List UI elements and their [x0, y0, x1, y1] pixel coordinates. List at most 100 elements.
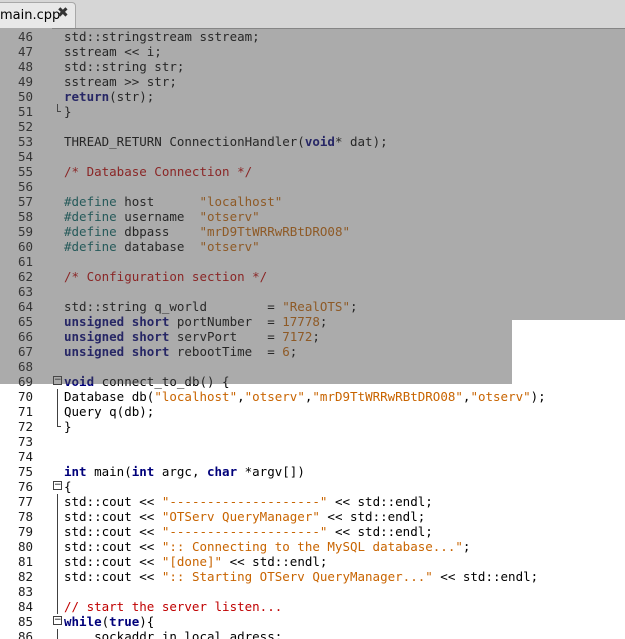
code-line[interactable]: 86 sockaddr_in local_adress; [0, 629, 625, 639]
code-token: ; [462, 539, 471, 554]
code-line[interactable]: 62 /* Configuration section */ [0, 269, 625, 284]
code-line[interactable]: 70 Database db("localhost","otserv","mrD9… [0, 389, 625, 404]
code-line[interactable]: 48 std::string str; [0, 59, 625, 74]
code-text: std::cout << "--------------------" << s… [64, 524, 433, 539]
code-line[interactable]: 80 std::cout << ":: Connecting to the MyS… [0, 539, 625, 554]
code-line[interactable]: 54 [0, 149, 625, 164]
line-number: 60 [17, 239, 33, 254]
line-number: 77 [17, 494, 33, 509]
code-line[interactable]: 73 [0, 434, 625, 449]
line-number: 80 [17, 539, 33, 554]
line-number: 48 [17, 59, 33, 74]
tab-bar: main.cpp ✖ [0, 0, 625, 29]
code-token: ":: Connecting to the MySQL database..." [161, 539, 463, 554]
code-line[interactable]: 55 /* Database Connection */ [0, 164, 625, 179]
code-line[interactable]: 83 [0, 584, 625, 599]
code-token: "--------------------" [161, 494, 328, 509]
code-token: #define [64, 194, 117, 209]
code-line[interactable]: 84 // start the server listen... [0, 599, 625, 614]
code-text: std::cout << "OTServ QueryManager" << st… [64, 509, 425, 524]
code-line[interactable]: 81 std::cout << "[done]" << std::endl; [0, 554, 625, 569]
line-number: 74 [17, 449, 33, 464]
code-token: unsigned short [64, 314, 170, 329]
code-line[interactable]: 51} [0, 104, 625, 119]
fold-guide [57, 509, 58, 524]
line-number: 49 [17, 74, 33, 89]
fold-guide [57, 524, 58, 539]
code-text: sstream << i; [64, 44, 162, 59]
code-line[interactable]: 79 std::cout << "--------------------" <<… [0, 524, 625, 539]
code-line[interactable]: 65 unsigned short portNumber = 17778; [0, 314, 625, 329]
code-token: ){ [139, 614, 155, 629]
code-line[interactable]: 56 [0, 179, 625, 194]
code-line[interactable]: 59 #define dbpass "mrD9TtWRRwRBtDRO08" [0, 224, 625, 239]
code-line[interactable]: 49 sstream >> str; [0, 74, 625, 89]
code-line[interactable]: 57 #define host "localhost" [0, 194, 625, 209]
code-token: "otserv" [470, 389, 531, 404]
fold-guide [57, 569, 58, 584]
code-line[interactable]: 50 return(str); [0, 89, 625, 104]
code-line[interactable]: 58 #define username "otserv" [0, 209, 625, 224]
line-number: 72 [17, 419, 33, 434]
code-line[interactable]: 77 std::cout << "--------------------" <<… [0, 494, 625, 509]
code-token: { [64, 479, 72, 494]
code-text: { [64, 479, 72, 494]
code-line[interactable]: 75 int main(int argc, char *argv[]) [0, 464, 625, 479]
fold-toggle-icon[interactable]: − [53, 616, 62, 625]
code-line[interactable]: 64 std::string q_world = "RealOTS"; [0, 299, 625, 314]
code-text: // start the server listen... [64, 599, 282, 614]
code-token: << std::endl; [222, 554, 328, 569]
code-token: 17778 [282, 314, 320, 329]
code-line[interactable]: 74 [0, 449, 625, 464]
code-text: int main(int argc, char *argv[]) [64, 464, 305, 479]
code-line[interactable]: 66 unsigned short servPort = 7172; [0, 329, 625, 344]
code-line[interactable]: 61 [0, 254, 625, 269]
line-number: 61 [17, 254, 33, 269]
code-token: dbpass [116, 224, 200, 239]
code-line[interactable]: 52 [0, 119, 625, 134]
code-text: std::cout << "[done]" << std::endl; [64, 554, 327, 569]
line-number: 47 [17, 44, 33, 59]
line-number: 67 [17, 344, 33, 359]
code-token: std::cout << [64, 509, 162, 524]
fold-toggle-icon[interactable]: − [53, 376, 62, 385]
line-number: 81 [17, 554, 33, 569]
code-line[interactable]: 63 [0, 284, 625, 299]
code-token: main( [86, 464, 132, 479]
code-token: while [64, 614, 102, 629]
code-token: THREAD_RETURN ConnectionHandler( [64, 134, 305, 149]
fold-guide [57, 584, 58, 599]
fold-toggle-icon[interactable]: − [53, 481, 62, 490]
code-line[interactable]: 82 std::cout << ":: Starting OTServ Query… [0, 569, 625, 584]
line-number: 53 [17, 134, 33, 149]
code-line[interactable]: 72} [0, 419, 625, 434]
close-icon[interactable]: ✖ [57, 5, 69, 21]
code-text: unsigned short rebootTime = 6; [64, 344, 297, 359]
code-text: sockaddr_in local_adress; [64, 629, 282, 639]
code-token: unsigned short [64, 329, 170, 344]
code-token: ; [289, 344, 298, 359]
code-line[interactable]: 46 std::stringstream sstream; [0, 29, 625, 44]
code-line[interactable]: 47 sstream << i; [0, 44, 625, 59]
code-line[interactable]: 67 unsigned short rebootTime = 6; [0, 344, 625, 359]
line-number: 50 [17, 89, 33, 104]
code-line[interactable]: 76 −{ [0, 479, 625, 494]
tab-main-cpp[interactable]: main.cpp ✖ [0, 2, 76, 28]
code-text: #define host "localhost" [64, 194, 282, 209]
fold-guide [57, 599, 58, 614]
code-line[interactable]: 53 THREAD_RETURN ConnectionHandler(void* … [0, 134, 625, 149]
code-line[interactable]: 69 − void connect_to_db() { [0, 374, 625, 389]
code-token: std::cout << [64, 569, 162, 584]
code-line[interactable]: 60 #define database "otserv" [0, 239, 625, 254]
line-number: 69 [17, 374, 33, 389]
code-line[interactable]: 78 std::cout << "OTServ QueryManager" << … [0, 509, 625, 524]
fold-guide [57, 629, 58, 639]
code-line[interactable]: 71 Query q(db); [0, 404, 625, 419]
code-line[interactable]: 85 − while(true){ [0, 614, 625, 629]
code-line[interactable]: 68 [0, 359, 625, 374]
line-number: 78 [17, 509, 33, 524]
code-editor[interactable]: main.cpp ✖ 46 std::stringstream sstream; 4… [0, 0, 625, 639]
code-text: Query q(db); [64, 404, 154, 419]
code-token: << std::endl; [432, 569, 539, 584]
code-token: unsigned short [64, 344, 170, 359]
